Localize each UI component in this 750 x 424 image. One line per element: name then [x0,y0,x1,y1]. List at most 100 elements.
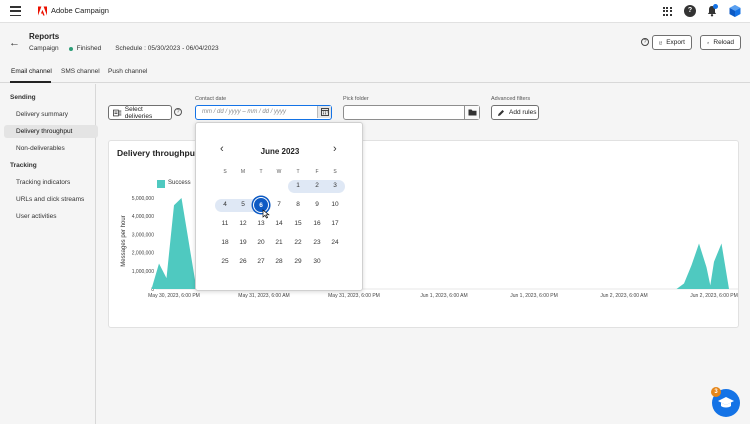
folder-button[interactable] [464,106,479,119]
calendar-day[interactable]: 26 [235,254,251,270]
menu-icon[interactable] [10,6,21,16]
x-tick-label: Jun 2, 2023, 6:00 AM [600,293,647,299]
calendar-day[interactable]: 8 [290,197,306,213]
next-month-icon[interactable]: › [333,143,337,155]
export-button[interactable]: Export [652,35,692,50]
x-tick-label: May 31, 2023, 6:00 PM [328,293,380,299]
calendar-day[interactable]: 19 [235,235,251,251]
calendar-day[interactable]: 1 [290,178,306,194]
x-tick-label: May 30, 2023, 6:00 PM [148,293,200,299]
app-title[interactable]: Adobe Campaign [51,6,109,15]
schedule-text: Schedule : 05/30/2023 - 06/04/2023 [115,45,219,52]
apps-grid-icon[interactable] [661,5,673,17]
help-icon[interactable]: ? [684,5,696,17]
sidebar-item-delivery-throughput[interactable]: Delivery throughput [4,125,98,138]
adobe-logo-icon [38,6,47,16]
date-range-placeholder: mm / dd / yyyy – mm / dd / yyyy [202,109,287,115]
deliveries-icon [113,109,122,116]
sidebar-heading-sending: Sending [10,94,36,101]
export-label: Export [666,39,685,46]
folder-icon [468,109,477,116]
calendar-day[interactable]: 16 [309,216,325,232]
top-bar: Adobe Campaign ? [0,0,750,23]
reload-icon [707,41,710,44]
sidebar-item-user-activities[interactable]: User activities [4,210,98,223]
calendar-day[interactable]: 4 [217,197,233,213]
calendar-day[interactable]: 14 [271,216,287,232]
sidebar-item-delivery-summary[interactable]: Delivery summary [4,108,98,121]
calendar-day[interactable]: 3 [327,178,343,194]
calendar-day[interactable]: 29 [290,254,306,270]
report-meta: Campaign Finished Schedule : 05/30/2023 … [29,45,219,52]
calendar-day[interactable]: 7 [271,197,287,213]
pick-folder-label: Pick folder [343,96,369,102]
contact-date-label: Contact date [195,96,227,102]
calendar-day[interactable]: 17 [327,216,343,232]
y-tick-label: 1,000,000 [132,269,154,275]
weekday-label: T [296,169,300,175]
tab-sms-channel[interactable]: SMS channel [61,68,100,75]
calendar-day[interactable]: 18 [217,235,233,251]
reload-button[interactable]: Reload [700,35,741,50]
y-tick-label: 2,000,000 [132,251,154,257]
weekday-label: F [315,169,319,175]
calendar-day[interactable]: 9 [309,197,325,213]
reload-label: Reload [713,39,734,46]
x-tick-label: May 31, 2023, 6:00 AM [238,293,289,299]
weekday-label: T [259,169,263,175]
weekday-label: S [223,169,227,175]
sidebar-item-urls-click-streams[interactable]: URLs and click streams [4,193,98,206]
x-tick-label: Jun 2, 2023, 6:00 PM [690,293,738,299]
calendar-day[interactable]: 20 [253,235,269,251]
y-tick-label: 5,000,000 [132,196,154,202]
x-tick-label: Jun 1, 2023, 6:00 PM [510,293,558,299]
calendar-icon [321,108,329,116]
calendar-button[interactable] [317,106,331,118]
calendar-day[interactable]: 27 [253,254,269,270]
back-arrow-icon[interactable]: ← [9,37,20,49]
contact-date-range-input[interactable]: mm / dd / yyyy – mm / dd / yyyy [195,105,332,120]
notification-badge: 3 [711,387,721,397]
add-rules-button[interactable]: Add rules [491,105,539,120]
tab-email-channel[interactable]: Email channel [11,68,52,75]
x-tick-label: Jun 1, 2023, 6:00 AM [420,293,467,299]
export-icon [659,41,662,44]
sidebar-heading-tracking: Tracking [10,162,37,169]
mouse-cursor-icon [262,209,270,219]
date-picker-popover: ‹ June 2023 › S M T W T F S 1 2 3 4 5 6 7 8 9 10 11 12 13 14… [195,122,363,291]
calendar-day[interactable]: 15 [290,216,306,232]
calendar-day[interactable]: 25 [217,254,233,270]
calendar-day[interactable]: 2 [309,178,325,194]
page-title: Reports [29,32,60,41]
advanced-filters-label: Advanced filters [491,96,531,102]
tab-push-channel[interactable]: Push channel [108,68,147,75]
select-deliveries-button[interactable]: Select deliveries [108,105,172,120]
pencil-icon [498,109,504,116]
active-tab-indicator [10,81,51,83]
calendar-day[interactable]: 28 [271,254,287,270]
weekday-label: S [333,169,337,175]
chart-title: Delivery throughput [117,148,198,158]
calendar-day[interactable]: 11 [217,216,233,232]
calendar-day[interactable]: 12 [235,216,251,232]
sidebar: Sending Delivery summary Delivery throug… [0,84,98,424]
profile-cube-icon[interactable] [728,4,742,18]
y-tick-label: 4,000,000 [132,214,154,220]
help-circle-icon[interactable]: ? [174,108,182,116]
sidebar-item-non-deliverables[interactable]: Non-deliverables [4,142,98,155]
report-type: Campaign [29,45,59,52]
calendar-day[interactable]: 22 [290,235,306,251]
sidebar-item-tracking-indicators[interactable]: Tracking indicators [4,176,98,189]
y-tick-label: 3,000,000 [132,232,154,238]
status-text: Finished [76,45,102,52]
calendar-day[interactable]: 24 [327,235,343,251]
weekday-label: W [276,169,282,175]
select-deliveries-label: Select deliveries [124,105,153,120]
calendar-day[interactable]: 23 [309,235,325,251]
calendar-day[interactable]: 10 [327,197,343,213]
info-icon[interactable]: ? [641,38,649,46]
pick-folder-input[interactable] [343,105,480,120]
calendar-day[interactable]: 21 [271,235,287,251]
calendar-day[interactable]: 30 [309,254,325,270]
calendar-day[interactable]: 5 [235,197,251,213]
